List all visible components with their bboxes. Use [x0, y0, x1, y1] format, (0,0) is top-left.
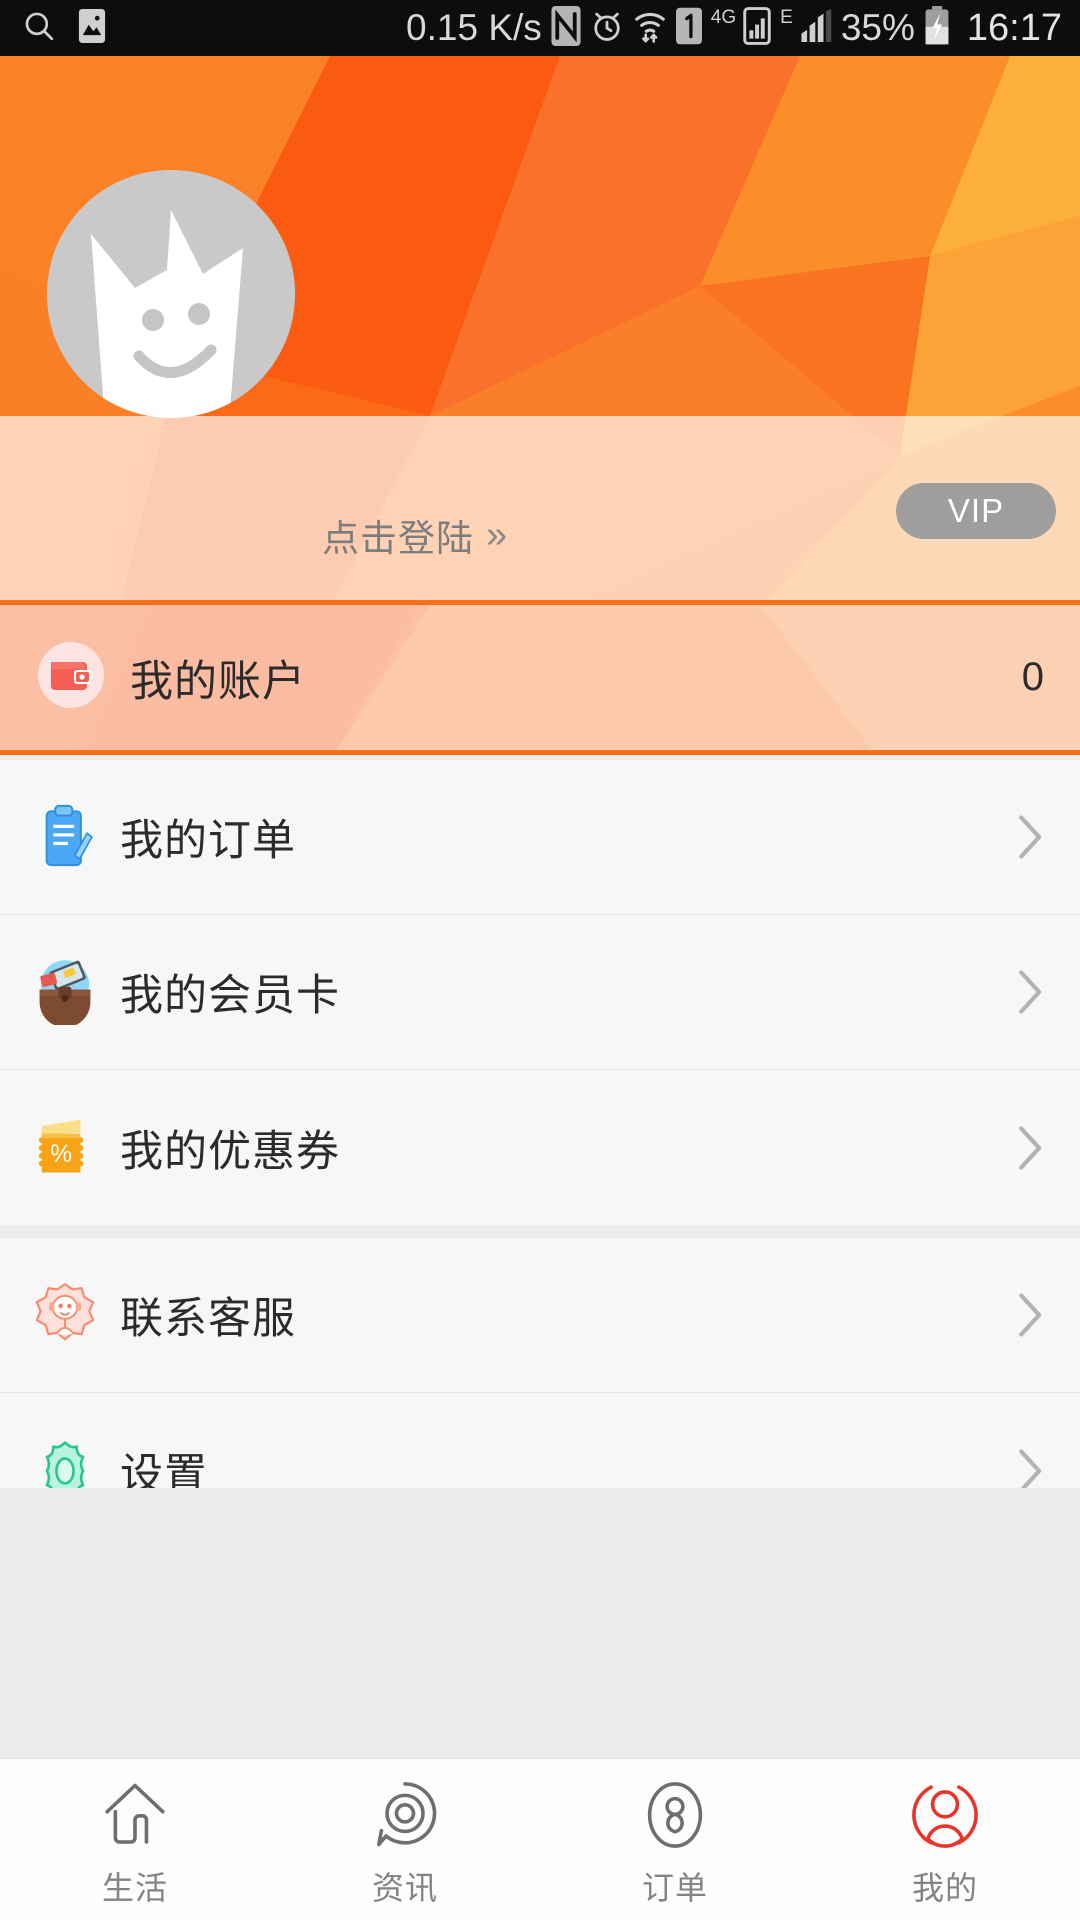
- wifi-icon: [633, 6, 667, 51]
- bottom-tab-bar: 生活 资讯 订单 我的: [0, 1758, 1080, 1920]
- order-hourglass-icon: [637, 1777, 713, 1853]
- menu-item-my-membership-card[interactable]: 我的会员卡: [0, 915, 1080, 1070]
- my-account-row[interactable]: 我的账户 0: [0, 600, 1080, 755]
- empty-area: [0, 1488, 1080, 1758]
- signal-4g-icon: [743, 6, 771, 50]
- cat-avatar-icon: [47, 170, 295, 418]
- app-screen: 0.15 K/s 4G E 35% 16:17 点击登陆 » VIP 我的账户 …: [0, 0, 1080, 1920]
- tab-label: 生活: [101, 1869, 168, 1906]
- menu-group-primary: 我的订单 我的会员卡 % 我的优惠券: [0, 760, 1080, 1225]
- login-link[interactable]: 点击登陆 »: [322, 508, 507, 562]
- chevron-double-right-icon: »: [486, 514, 508, 556]
- chevron-right-icon: [1018, 1448, 1044, 1494]
- vip-badge[interactable]: VIP: [896, 483, 1056, 539]
- wallet-icon: [38, 642, 104, 713]
- signal-e-label: E: [780, 7, 793, 28]
- profile-header: 点击登陆 » VIP: [0, 56, 1080, 608]
- search-icon[interactable]: [22, 9, 56, 48]
- account-row-content: 我的账户 0: [0, 642, 1080, 713]
- signal-e-icon: [800, 7, 832, 50]
- chevron-right-icon: [1018, 1292, 1044, 1338]
- menu-item-label: 我的会员卡: [120, 972, 340, 1020]
- menu-group-divider: [0, 1225, 1080, 1238]
- sim1-icon: [675, 7, 702, 50]
- vip-label: VIP: [947, 492, 1005, 529]
- clipboard-order-icon: [32, 804, 98, 870]
- profile-person-icon: [907, 1777, 983, 1853]
- tab-label: 订单: [641, 1869, 708, 1906]
- status-bar-left: [0, 8, 106, 48]
- screenshot-icon[interactable]: [78, 8, 106, 48]
- tab-life[interactable]: 生活: [0, 1759, 270, 1920]
- chevron-right-icon: [1018, 814, 1044, 860]
- clock-text: 16:17: [966, 6, 1062, 49]
- nfc-icon: [551, 5, 581, 51]
- signal-4g-label: 4G: [710, 7, 737, 28]
- alarm-icon: [590, 8, 624, 49]
- menu-item-label: 我的优惠券: [120, 1127, 340, 1176]
- chevron-right-icon: [1018, 1125, 1044, 1171]
- chevron-right-icon: [1018, 969, 1044, 1015]
- network-speed-text: 0.15 K/s: [406, 7, 542, 48]
- menu-item-my-coupons[interactable]: % 我的优惠券: [0, 1070, 1080, 1225]
- tab-orders[interactable]: 订单: [540, 1759, 810, 1920]
- avatar[interactable]: [47, 170, 295, 418]
- tab-news[interactable]: 资讯: [270, 1759, 540, 1920]
- coupon-percent-icon: %: [32, 1115, 98, 1181]
- menu-item-contact-support[interactable]: 联系客服: [0, 1238, 1080, 1393]
- tab-mine[interactable]: 我的: [810, 1759, 1080, 1920]
- login-label: 点击登陆: [322, 518, 474, 559]
- menu-item-label: 联系客服: [120, 1295, 296, 1343]
- battery-percent-text: 35%: [840, 7, 915, 48]
- status-bar-right: 0.15 K/s 4G E 35% 16:17: [406, 5, 1080, 51]
- menu-group-secondary: 联系客服 设置: [0, 1238, 1080, 1501]
- tab-label: 资讯: [371, 1869, 438, 1906]
- menu-item-my-orders[interactable]: 我的订单: [0, 760, 1080, 915]
- tab-label: 我的: [911, 1869, 978, 1906]
- account-balance-value: 0: [1021, 655, 1044, 699]
- svg-text:%: %: [50, 1141, 72, 1168]
- home-life-icon: [97, 1777, 173, 1853]
- account-label: 我的账户: [130, 657, 306, 706]
- news-bubble-icon: [367, 1777, 443, 1853]
- battery-charging-icon: [924, 5, 950, 51]
- status-bar: 0.15 K/s 4G E 35% 16:17: [0, 0, 1080, 56]
- menu-item-label: 我的订单: [120, 817, 296, 865]
- membership-card-icon: [32, 959, 98, 1025]
- headset-support-icon: [32, 1282, 98, 1348]
